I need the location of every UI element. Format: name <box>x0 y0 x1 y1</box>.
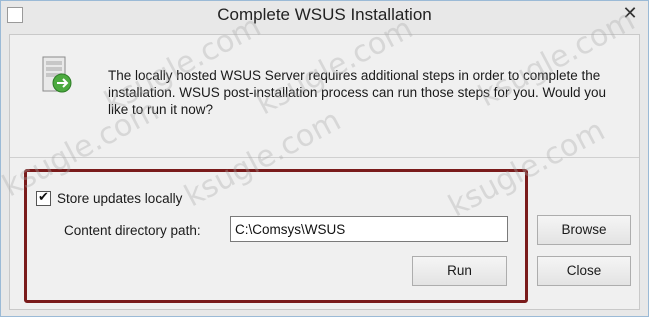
browse-button[interactable]: Browse <box>537 215 631 245</box>
content-path-input[interactable] <box>230 216 508 242</box>
close-button[interactable]: Close <box>537 256 631 286</box>
dialog-window: Complete WSUS Installation ✕ The locally… <box>0 0 649 317</box>
store-updates-checkbox[interactable]: ✔ <box>36 188 51 206</box>
store-updates-option[interactable]: ✔ Store updates locally <box>36 189 182 207</box>
run-button[interactable]: Run <box>412 256 507 286</box>
close-window-button[interactable]: ✕ <box>618 4 642 22</box>
dialog-title: Complete WSUS Installation <box>217 5 432 24</box>
server-icon <box>40 55 74 95</box>
title-bar[interactable]: Complete WSUS Installation ✕ <box>1 1 648 33</box>
message-text: The locally hosted WSUS Server requires … <box>108 68 606 117</box>
separator <box>10 157 639 158</box>
content-path-label: Content directory path: <box>64 223 201 238</box>
checkmark-icon: ✔ <box>38 188 49 204</box>
store-updates-label: Store updates locally <box>57 190 183 206</box>
dialog-client-area: The locally hosted WSUS Server requires … <box>9 34 640 310</box>
